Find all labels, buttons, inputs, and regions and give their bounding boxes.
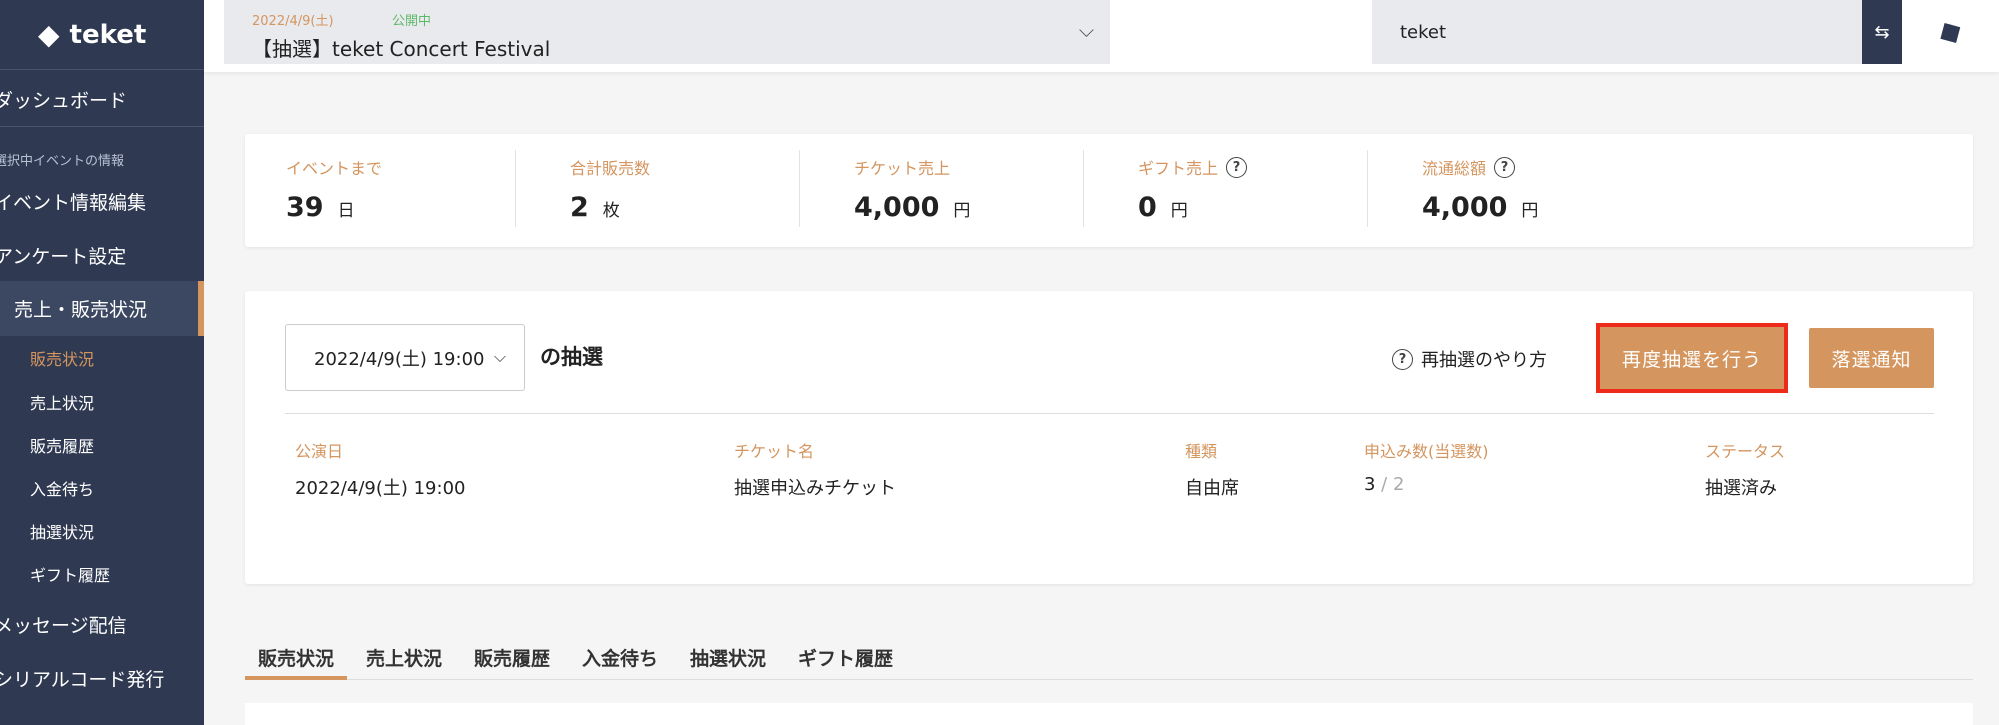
stat-divider bbox=[515, 150, 516, 227]
stat-label: 流通総額 bbox=[1422, 159, 1487, 178]
stat-divider bbox=[1083, 150, 1084, 227]
sidebar-item-messages[interactable]: メッセージ配信 bbox=[0, 611, 127, 638]
chevron-down-icon: ⌵ bbox=[1078, 18, 1094, 42]
sidebar-section-label: 選択中イベントの情報 bbox=[0, 154, 125, 169]
tab-content-card bbox=[245, 703, 1973, 725]
cell-type: 自由席 bbox=[1185, 478, 1239, 499]
stat-unit: 円 bbox=[1170, 201, 1188, 221]
sidebar-item-serial[interactable]: シリアルコード発行 bbox=[0, 665, 164, 692]
sidebar-sub-sales-status[interactable]: 販売状況 bbox=[30, 346, 94, 370]
sidebar-sub-pending[interactable]: 入金待ち bbox=[30, 476, 94, 500]
sidebar-sub-history[interactable]: 販売履歴 bbox=[30, 433, 94, 457]
header: 2022/4/9(土) 公開中 【抽選】teket Concert Festiv… bbox=[204, 0, 1999, 72]
redraw-lottery-button[interactable]: 再度抽選を行う bbox=[1596, 323, 1788, 393]
stat-unit: 円 bbox=[953, 201, 971, 221]
sidebar-item-sales[interactable]: 売上・販売状況 bbox=[0, 281, 204, 336]
stat-label: チケット売上 bbox=[854, 159, 951, 178]
sidebar-sub-revenue[interactable]: 売上状況 bbox=[30, 390, 94, 414]
sidebar-item-dashboard[interactable]: ダッシュボード bbox=[0, 86, 127, 113]
stat-gift-sales: ギフト売上? 0円 bbox=[1138, 156, 1248, 223]
redraw-howto-link[interactable]: ? 再抽選のやり方 bbox=[1392, 346, 1547, 372]
sidebar-item-sales-label: 売上・販売状況 bbox=[14, 299, 148, 321]
stat-days-until: イベントまで 39 日 bbox=[286, 156, 382, 223]
stat-label: イベントまで bbox=[286, 159, 383, 178]
cell-date: 2022/4/9(土) 19:00 bbox=[295, 478, 466, 499]
stat-divider bbox=[1367, 150, 1368, 227]
redraw-howto-label: 再抽選のやり方 bbox=[1421, 350, 1547, 371]
selected-date: 2022/4/9(土) 19:00 bbox=[314, 348, 485, 370]
teket-logo-icon: ◆ bbox=[38, 18, 60, 51]
sidebar-sub-lottery[interactable]: 抽選状況 bbox=[30, 519, 94, 543]
cell-status: 抽選済み bbox=[1705, 478, 1777, 499]
sidebar-divider bbox=[0, 126, 204, 127]
swap-icon: ⇆ bbox=[1874, 21, 1890, 43]
stat-divider bbox=[799, 150, 800, 227]
event-status-badge: 公開中 bbox=[392, 14, 432, 29]
help-icon[interactable]: ? bbox=[1494, 156, 1516, 178]
stat-unit: 枚 bbox=[602, 201, 620, 221]
event-name: 【抽選】teket Concert Festival bbox=[252, 37, 551, 61]
stat-ticket-sales: チケット売上 4,000 円 bbox=[854, 156, 970, 223]
help-icon: ? bbox=[1392, 348, 1413, 370]
stat-gross-total: 流通総額? 4,000 円 bbox=[1422, 156, 1538, 223]
column-header-type: 種類 bbox=[1185, 442, 1218, 461]
stat-unit: 円 bbox=[1521, 201, 1539, 221]
tab-lottery[interactable]: 抽選状況 bbox=[677, 644, 779, 680]
stat-unit: 日 bbox=[337, 201, 355, 221]
organization-display: teket bbox=[1372, 0, 1868, 64]
logo[interactable]: ◆ teket bbox=[0, 0, 204, 70]
event-selector[interactable]: 2022/4/9(土) 公開中 【抽選】teket Concert Festiv… bbox=[224, 0, 1110, 64]
tab-sales-status[interactable]: 販売状況 bbox=[245, 644, 348, 680]
performance-date-select[interactable]: 2022/4/9(土) 19:00 ⌵ bbox=[285, 324, 525, 391]
lottery-divider bbox=[285, 413, 1934, 414]
won-count: 2 bbox=[1392, 474, 1405, 495]
stat-value: 4,000 bbox=[1422, 192, 1508, 223]
sales-tabs: 販売状況 売上状況 販売履歴 入金待ち 抽選状況 ギフト履歴 bbox=[245, 640, 1973, 680]
cell-ticket: 抽選申込みチケット bbox=[734, 478, 896, 499]
tab-gift[interactable]: ギフト履歴 bbox=[785, 644, 906, 680]
lottery-card: 2022/4/9(土) 19:00 ⌵ の抽選 ? 再抽選のやり方 再度抽選を行… bbox=[245, 291, 1973, 584]
stats-card: イベントまで 39 日 合計販売数 2枚 チケット売上 4,000 円 ギフト売上?… bbox=[245, 134, 1973, 247]
sidebar: ◆ teket ダッシュボード 選択中イベントの情報 イベント情報編集 アンケー… bbox=[0, 0, 204, 725]
tab-pending[interactable]: 入金待ち bbox=[569, 644, 671, 680]
organization-name: teket bbox=[1400, 22, 1447, 43]
column-header-ticket: チケット名 bbox=[734, 442, 815, 461]
logo-text: teket bbox=[69, 19, 147, 50]
stat-value: 4,000 bbox=[854, 192, 940, 223]
switch-organization-button[interactable]: ⇆ bbox=[1862, 0, 1902, 64]
event-date: 2022/4/9(土) bbox=[252, 14, 334, 29]
help-icon[interactable]: ? bbox=[1226, 156, 1248, 178]
chevron-down-icon: ⌵ bbox=[493, 347, 506, 366]
tab-history[interactable]: 販売履歴 bbox=[461, 644, 563, 680]
column-header-date: 公演日 bbox=[295, 442, 344, 461]
applied-count: 3 bbox=[1364, 474, 1376, 495]
column-header-applications: 申込み数(当選数) bbox=[1364, 442, 1489, 461]
stat-value: 2 bbox=[570, 192, 589, 223]
stat-value: 39 bbox=[286, 192, 324, 223]
cell-applications: 3 / 2 bbox=[1364, 474, 1405, 495]
sidebar-item-event-edit[interactable]: イベント情報編集 bbox=[0, 188, 146, 215]
lottery-title-suffix: の抽選 bbox=[540, 345, 603, 369]
stat-label: ギフト売上 bbox=[1138, 159, 1219, 178]
stat-label: 合計販売数 bbox=[570, 159, 651, 178]
tab-revenue[interactable]: 売上状況 bbox=[353, 644, 455, 680]
stat-total-sold: 合計販売数 2枚 bbox=[570, 156, 650, 223]
stat-value: 0 bbox=[1138, 192, 1157, 223]
ticket-icon[interactable]: ◆ bbox=[1931, 11, 1968, 53]
rejection-notice-button[interactable]: 落選通知 bbox=[1809, 328, 1934, 388]
sidebar-sub-gift[interactable]: ギフト履歴 bbox=[30, 562, 110, 586]
sidebar-item-survey[interactable]: アンケート設定 bbox=[0, 242, 126, 269]
column-header-status: ステータス bbox=[1705, 442, 1786, 461]
